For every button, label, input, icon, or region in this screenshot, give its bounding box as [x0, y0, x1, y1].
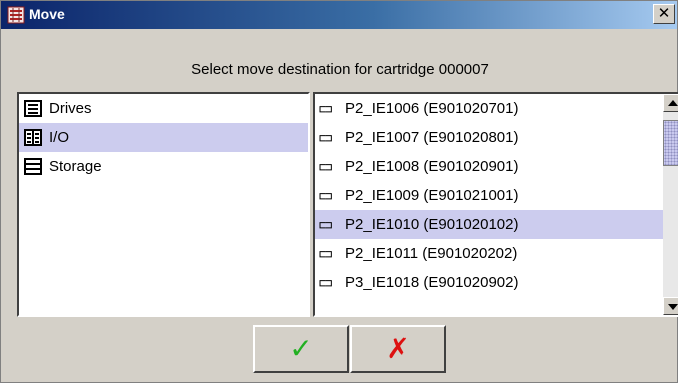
slot-label: P2_IE1010 (E901020102)	[345, 216, 519, 233]
slot-label: P3_IE1018 (E901020902)	[345, 274, 519, 291]
close-icon: ✕	[657, 4, 671, 22]
slot-item[interactable]: ⊏⊐ P3_IE1018 (E901020902)	[315, 268, 678, 297]
cartridge-icon: ⊏⊐	[319, 247, 332, 261]
arrow-up-icon	[668, 100, 678, 106]
slot-item[interactable]: ⊏⊐ P2_IE1008 (E901020901)	[315, 152, 678, 181]
cartridge-icon: ⊏⊐	[319, 276, 332, 290]
cartridge-icon: ⊏⊐	[319, 189, 332, 203]
location-item-io[interactable]: I/O	[19, 123, 308, 152]
close-button[interactable]: ✕	[653, 4, 675, 24]
move-dialog: Move ✕ Select move destination for cartr…	[0, 0, 678, 383]
cartridge-icon: ⊏⊐	[319, 160, 332, 174]
slot-label: P2_IE1011 (E901020202)	[345, 245, 518, 262]
slot-label: P2_IE1006 (E901020701)	[345, 100, 519, 117]
checkmark-icon: ✓	[289, 332, 313, 365]
location-label: Drives	[49, 100, 92, 117]
location-label: I/O	[49, 129, 70, 146]
ok-button[interactable]: ✓	[253, 325, 349, 373]
scroll-up-button[interactable]	[663, 94, 678, 112]
slot-item-selected[interactable]: ⊏⊐ P2_IE1010 (E901020102)	[315, 210, 678, 239]
slot-label: P2_IE1009 (E901021001)	[345, 187, 519, 204]
cartridge-icon: ⊏⊐	[319, 102, 332, 116]
title-bar[interactable]: Move ✕	[1, 1, 677, 29]
slot-item[interactable]: ⊏⊐ P2_IE1006 (E901020701)	[315, 94, 678, 123]
location-item-storage[interactable]: Storage	[19, 152, 308, 181]
window-title: Move	[29, 6, 65, 22]
cartridge-icon: ⊏⊐	[319, 218, 332, 232]
slot-list[interactable]: ⊏⊐ P2_IE1006 (E901020701) ⊏⊐ P2_IE1007 (E9…	[313, 92, 678, 317]
cancel-x-icon: ✗	[386, 332, 410, 365]
arrow-down-icon	[668, 304, 678, 310]
slot-item[interactable]: ⊏⊐ P2_IE1011 (E901020202)	[315, 239, 678, 268]
slot-item[interactable]: ⊏⊐ P2_IE1007 (E901020801)	[315, 123, 678, 152]
location-label: Storage	[49, 158, 102, 175]
slot-label: P2_IE1008 (E901020901)	[345, 158, 519, 175]
slot-label: P2_IE1007 (E901020801)	[345, 129, 519, 146]
io-icon	[24, 129, 42, 146]
location-item-drives[interactable]: Drives	[19, 94, 308, 123]
app-icon	[7, 6, 25, 24]
drives-icon	[24, 100, 42, 117]
storage-icon	[24, 158, 42, 175]
cancel-button[interactable]: ✗	[350, 325, 446, 373]
prompt-label: Select move destination for cartridge 00…	[191, 61, 489, 78]
vertical-scrollbar[interactable]	[663, 94, 678, 315]
cartridge-icon: ⊏⊐	[319, 131, 332, 145]
scroll-down-button[interactable]	[663, 297, 678, 315]
slot-item[interactable]: ⊏⊐ P2_IE1009 (E901021001)	[315, 181, 678, 210]
location-list[interactable]: Drives I/O Storage	[17, 92, 310, 317]
scroll-thumb[interactable]	[663, 120, 678, 166]
